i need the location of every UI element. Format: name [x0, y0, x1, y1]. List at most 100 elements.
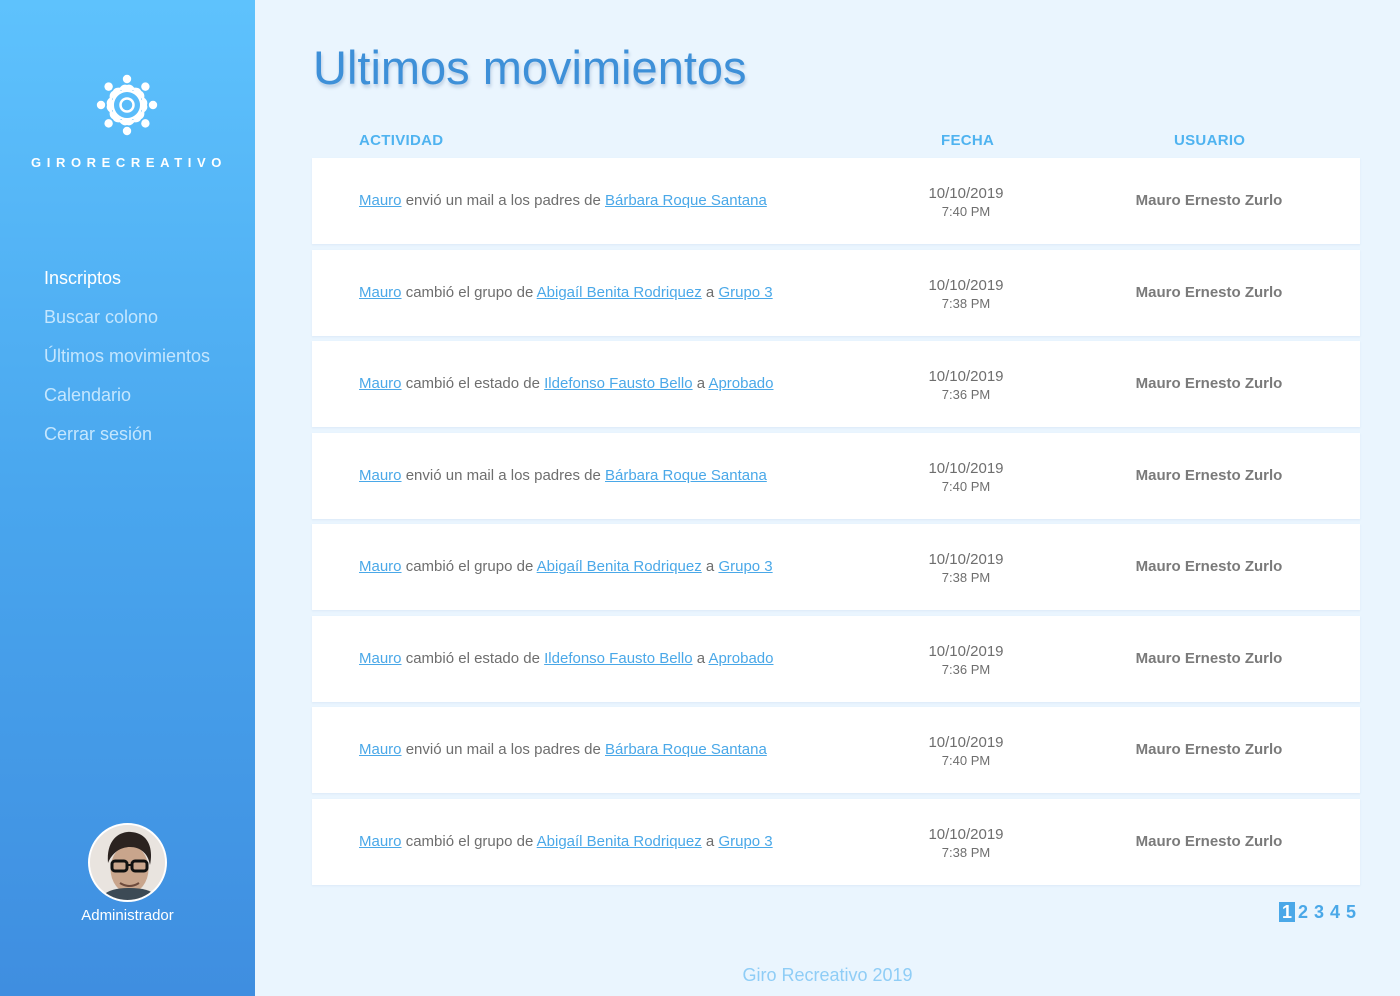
sidebar-item-cerrar-sesion[interactable]: Cerrar sesión	[44, 422, 210, 461]
page-link-3[interactable]: 3	[1311, 902, 1327, 922]
date-text: 10/10/2019	[928, 551, 1004, 568]
sidebar-item-buscar-colono[interactable]: Buscar colono	[44, 305, 210, 344]
activity-connector: a	[705, 558, 715, 575]
target-link[interactable]: Abigaíl Benita Rodriquez	[537, 284, 702, 301]
target-link[interactable]: Bárbara Roque Santana	[605, 467, 767, 484]
date-text: 10/10/2019	[928, 825, 1004, 843]
date-cell: 10/10/2019 7:40 PM	[906, 185, 1026, 221]
page-link-4[interactable]: 4	[1327, 902, 1343, 922]
time-text: 7:40 PM	[941, 204, 991, 219]
page-link-5[interactable]: 5	[1343, 902, 1359, 922]
activity-text: envió un mail a los padres de	[405, 466, 605, 484]
activity-connector: a	[696, 375, 706, 392]
date-cell: 10/10/2019 7:38 PM	[906, 277, 1026, 313]
activity-text: cambió el grupo de	[405, 832, 534, 850]
page-link-1[interactable]: 1	[1279, 902, 1295, 922]
user-cell: Mauro Ernesto Zurlo	[1135, 832, 1283, 850]
actor-link[interactable]: Mauro	[359, 284, 402, 301]
target-link[interactable]: Bárbara Roque Santana	[605, 741, 767, 758]
table-row: Mauro envió un mail a los padres de Bárb…	[312, 158, 1360, 244]
brand-name: GIRORECREATIVO	[31, 155, 227, 170]
sidebar-nav: Inscriptos Buscar colono Últimos movimie…	[44, 266, 210, 461]
date-text: 10/10/2019	[928, 276, 1004, 294]
date-cell: 10/10/2019 7:40 PM	[906, 460, 1026, 496]
date-cell: 10/10/2019 7:38 PM	[906, 826, 1026, 862]
user-cell: Mauro Ernesto Zurlo	[1135, 192, 1283, 209]
avatar[interactable]	[88, 823, 167, 902]
time-text: 7:36 PM	[941, 387, 991, 402]
actor-link[interactable]: Mauro	[359, 741, 402, 758]
user-avatar-icon	[90, 825, 165, 900]
sidebar: GIRORECREATIVO Inscriptos Buscar colono …	[0, 0, 255, 996]
page-title: Ultimos movimientos	[313, 41, 747, 94]
table-row: Mauro cambió el grupo de Abigaíl Benita …	[312, 798, 1360, 885]
pagination: 12345	[1279, 902, 1359, 922]
value-link[interactable]: Grupo 3	[718, 284, 772, 301]
target-link[interactable]: Bárbara Roque Santana	[605, 192, 767, 209]
date-text: 10/10/2019	[928, 185, 1004, 202]
activity-cell: Mauro cambió el estado de Ildefonso Faus…	[359, 341, 774, 427]
activity-cell: Mauro envió un mail a los padres de Bárb…	[359, 158, 767, 244]
sidebar-item-calendario[interactable]: Calendario	[44, 383, 210, 422]
footer-text: Giro Recreativo 2019	[742, 965, 913, 985]
table-row: Mauro cambió el grupo de Abigaíl Benita …	[312, 524, 1360, 610]
user-role: Administrador	[81, 907, 174, 924]
time-text: 7:36 PM	[941, 661, 991, 677]
date-cell: 10/10/2019 7:38 PM	[906, 551, 1026, 587]
date-cell: 10/10/2019 7:40 PM	[906, 734, 1026, 770]
date-text: 10/10/2019	[928, 642, 1004, 660]
target-link[interactable]: Ildefonso Fausto Bello	[544, 375, 692, 392]
target-link[interactable]: Abigaíl Benita Rodriquez	[537, 558, 702, 575]
actor-link[interactable]: Mauro	[359, 558, 402, 575]
value-link[interactable]: Aprobado	[708, 375, 773, 392]
table-row: Mauro envió un mail a los padres de Bárb…	[312, 707, 1360, 793]
target-link[interactable]: Abigaíl Benita Rodriquez	[537, 833, 702, 850]
user-cell: Mauro Ernesto Zurlo	[1135, 558, 1283, 575]
activity-text: envió un mail a los padres de	[405, 192, 605, 209]
actor-link[interactable]: Mauro	[359, 375, 402, 392]
activity-connector: a	[705, 832, 715, 850]
sidebar-item-ultimos-movimientos[interactable]: Últimos movimientos	[44, 344, 210, 383]
activity-text: cambió el estado de	[405, 649, 540, 667]
activity-cell: Mauro cambió el grupo de Abigaíl Benita …	[359, 250, 773, 336]
user-cell: Mauro Ernesto Zurlo	[1135, 375, 1283, 392]
page-link-2[interactable]: 2	[1295, 902, 1311, 922]
flower-people-logo-icon[interactable]	[94, 72, 160, 138]
column-header-date: FECHA	[941, 132, 995, 149]
date-text: 10/10/2019	[928, 734, 1004, 751]
activity-connector: a	[705, 283, 715, 301]
actor-link[interactable]: Mauro	[359, 467, 402, 484]
time-text: 7:38 PM	[941, 295, 991, 311]
date-cell: 10/10/2019 7:36 PM	[906, 368, 1026, 404]
column-header-activity: ACTIVIDAD	[359, 132, 444, 149]
actor-link[interactable]: Mauro	[359, 192, 402, 209]
user-cell: Mauro Ernesto Zurlo	[1135, 649, 1283, 667]
sidebar-item-inscriptos[interactable]: Inscriptos	[44, 266, 210, 305]
activity-text: cambió el grupo de	[405, 283, 534, 301]
user-cell: Mauro Ernesto Zurlo	[1135, 283, 1283, 301]
activity-cell: Mauro envió un mail a los padres de Bárb…	[359, 707, 767, 793]
table-row: Mauro cambió el estado de Ildefonso Faus…	[312, 341, 1360, 427]
value-link[interactable]: Grupo 3	[718, 833, 772, 850]
activity-cell: Mauro cambió el grupo de Abigaíl Benita …	[359, 799, 773, 885]
activity-connector: a	[696, 649, 706, 667]
activity-text: cambió el grupo de	[405, 558, 534, 575]
table-row: Mauro cambió el grupo de Abigaíl Benita …	[312, 249, 1360, 336]
table-row: Mauro envió un mail a los padres de Bárb…	[312, 432, 1360, 519]
time-text: 7:40 PM	[941, 753, 991, 768]
movements-table: Mauro envió un mail a los padres de Bárb…	[312, 158, 1360, 890]
value-link[interactable]: Grupo 3	[718, 558, 772, 575]
value-link[interactable]: Aprobado	[708, 650, 773, 667]
activity-text: envió un mail a los padres de	[405, 741, 605, 758]
user-cell: Mauro Ernesto Zurlo	[1135, 466, 1283, 484]
time-text: 7:38 PM	[941, 844, 991, 860]
date-text: 10/10/2019	[928, 459, 1004, 477]
column-header-user: USUARIO	[1174, 132, 1246, 149]
date-text: 10/10/2019	[928, 368, 1004, 385]
date-cell: 10/10/2019 7:36 PM	[906, 643, 1026, 679]
actor-link[interactable]: Mauro	[359, 650, 402, 667]
activity-cell: Mauro cambió el estado de Ildefonso Faus…	[359, 616, 774, 702]
time-text: 7:38 PM	[941, 570, 991, 585]
target-link[interactable]: Ildefonso Fausto Bello	[544, 650, 692, 667]
actor-link[interactable]: Mauro	[359, 833, 402, 850]
